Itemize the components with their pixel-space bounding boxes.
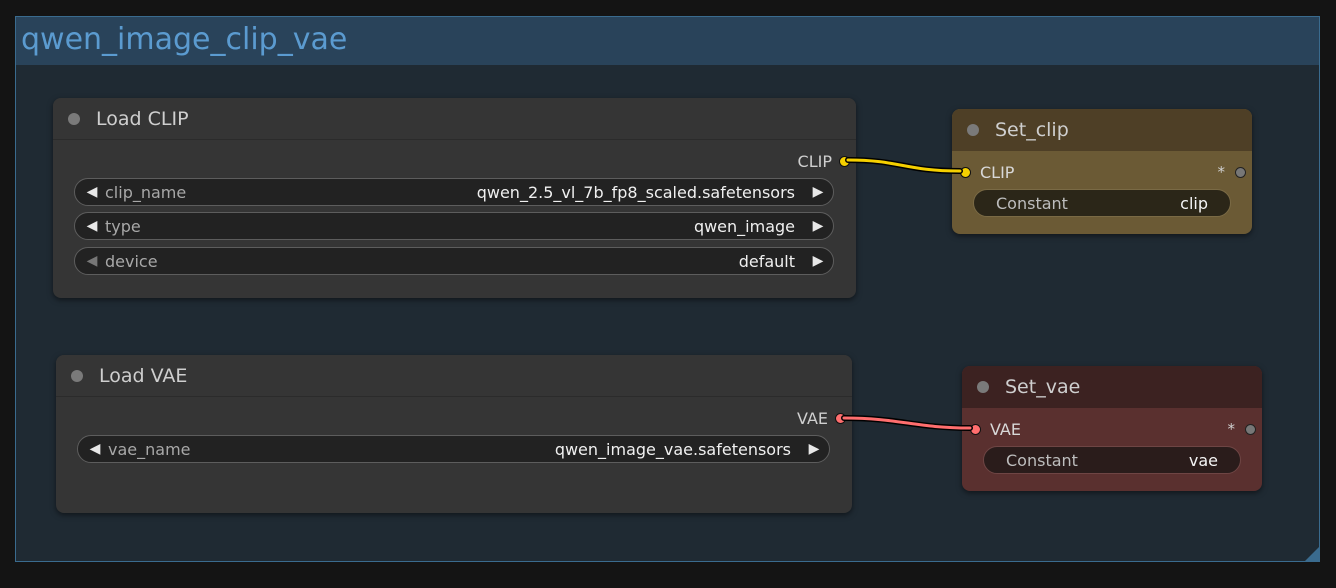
links-layer	[841, 157, 973, 431]
link-clip-stroke[interactable]	[846, 158, 962, 173]
graph-canvas[interactable]: qwen_image_clip_vae Load CLIP CLIP ◀ cli…	[0, 0, 1336, 588]
link-vae-stroke[interactable]	[842, 416, 972, 430]
